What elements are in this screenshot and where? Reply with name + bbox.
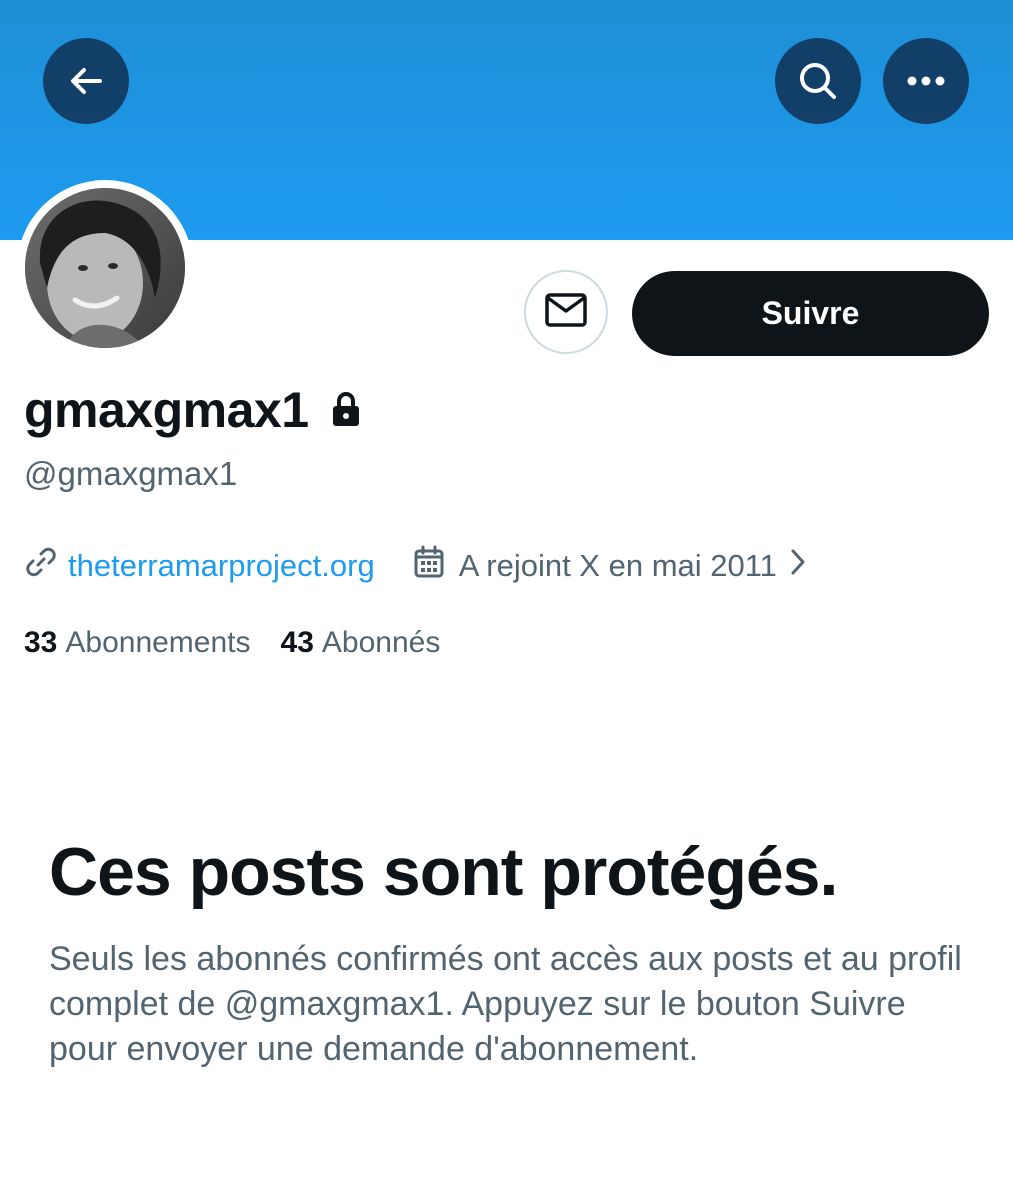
joined-date[interactable]: A rejoint X en mai 2011 <box>413 545 807 587</box>
follow-button[interactable]: Suivre <box>632 271 989 356</box>
followers-count: 43 <box>280 626 314 659</box>
follow-stats: 33 Abonnements 43 Abonnés <box>24 622 440 664</box>
more-horizontal-icon <box>906 75 946 87</box>
display-name-text: gmaxgmax1 <box>24 382 309 438</box>
lock-icon <box>331 380 361 440</box>
envelope-icon <box>545 292 587 332</box>
calendar-icon <box>413 545 445 587</box>
more-options-button[interactable] <box>883 38 969 124</box>
link-icon <box>24 545 58 587</box>
protected-posts-title: Ces posts sont protégés. <box>49 834 838 910</box>
back-button[interactable] <box>43 38 129 124</box>
search-button[interactable] <box>775 38 861 124</box>
website-link-text[interactable]: theterramarproject.org <box>68 548 375 584</box>
profile-handle: @gmaxgmax1 <box>24 455 238 492</box>
following-label: Abonnements <box>65 626 251 659</box>
followers-label: Abonnés <box>321 626 441 659</box>
following-count: 33 <box>24 626 58 659</box>
chevron-right-icon <box>789 548 807 584</box>
protected-posts-description: Seuls les abonnés confirmés ont accès au… <box>49 940 962 1068</box>
search-icon <box>796 59 840 103</box>
website-link[interactable]: theterramarproject.org <box>24 545 375 587</box>
followers-stat[interactable]: 43 Abonnés <box>281 622 441 664</box>
arrow-left-icon <box>66 61 106 101</box>
following-stat[interactable]: 33 Abonnements <box>24 622 251 664</box>
avatar[interactable] <box>25 188 185 348</box>
profile-meta: theterramarproject.org A rejoint X en ma… <box>24 544 807 588</box>
profile-display-name: gmaxgmax1 <box>24 380 361 440</box>
joined-date-text: A rejoint X en mai 2011 <box>458 548 777 583</box>
message-button[interactable] <box>524 270 608 354</box>
avatar-frame[interactable] <box>17 180 193 356</box>
